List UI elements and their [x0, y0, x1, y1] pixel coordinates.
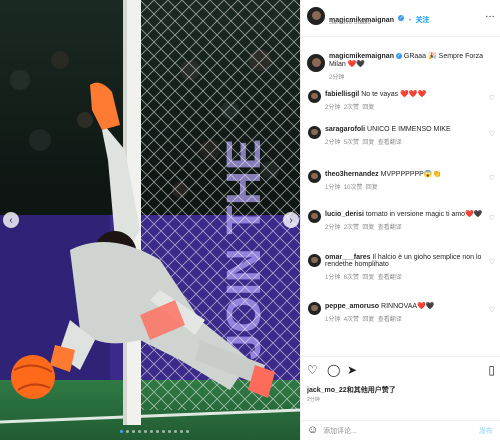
translate-button[interactable]: 查看翻译: [378, 317, 402, 323]
commenter-handle[interactable]: peppe_amoruso: [325, 303, 379, 310]
comment-input[interactable]: 添加评论...: [323, 426, 357, 436]
comment-likes[interactable]: 10次赞: [344, 185, 363, 191]
verified-icon: ✓: [398, 14, 405, 21]
translate-button[interactable]: 查看翻译: [378, 225, 402, 231]
comment-icon[interactable]: ◯: [327, 363, 340, 377]
reply-button[interactable]: 回复: [362, 105, 374, 111]
post-header: magicmikemaignan ✓ • 关注 San Siro Stadio …: [301, 0, 500, 37]
location[interactable]: San Siro Stadio: [329, 20, 371, 26]
reply-button[interactable]: 回复: [362, 140, 374, 146]
comment-age: 2分钟: [325, 140, 341, 146]
comment-age: 1分钟: [325, 185, 341, 191]
action-bar: ♡ ◯ ➤ ▯: [301, 356, 500, 381]
commenter-handle[interactable]: omar___fares: [325, 254, 371, 261]
comment-text: No te vayas ❤️❤️❤️: [361, 91, 427, 98]
caption-age: 2分钟: [329, 75, 345, 81]
commenter-avatar[interactable]: [308, 126, 321, 139]
commenter-handle[interactable]: saragarofoli: [325, 126, 365, 133]
heart-icon[interactable]: ♡: [489, 214, 495, 222]
liked-by[interactable]: jack_mo_22和其他用户赞了: [307, 385, 396, 395]
emoji-icon[interactable]: ☺: [307, 424, 318, 436]
commenter-avatar[interactable]: [308, 254, 321, 267]
comment-text: RINNOVAA❤️🖤: [381, 303, 435, 310]
commenter-avatar[interactable]: [308, 210, 321, 223]
post-details-panel: magicmikemaignan ✓ • 关注 San Siro Stadio …: [300, 0, 500, 440]
heart-icon[interactable]: ♡: [489, 258, 495, 266]
commenter-handle[interactable]: theo3hernandez: [325, 171, 379, 178]
comment-age: 2分钟: [325, 225, 341, 231]
comment-text: MVPPPPPPP😱👏: [380, 171, 442, 178]
heart-icon[interactable]: ♡: [489, 94, 495, 102]
caption-author[interactable]: magicmikemaignan: [329, 53, 394, 60]
commenter-avatar[interactable]: [308, 302, 321, 315]
commenter-handle[interactable]: fabiellisgil: [325, 91, 359, 98]
comment-age: 1分钟: [325, 275, 341, 281]
heart-icon[interactable]: ♡: [489, 174, 495, 182]
more-options-icon[interactable]: …: [485, 9, 495, 20]
post-age: 2分钟: [307, 397, 320, 403]
heart-icon[interactable]: ♡: [307, 363, 318, 377]
comment-likes[interactable]: 2次赞: [344, 225, 359, 231]
translate-button[interactable]: 查看翻译: [378, 140, 402, 146]
post-comment-button[interactable]: 发布: [479, 426, 493, 436]
goalkeeper-save-image: JOIN THE: [0, 0, 300, 440]
chevron-left-icon[interactable]: ‹: [3, 212, 19, 228]
heart-icon[interactable]: ♡: [489, 306, 495, 314]
commenter-handle[interactable]: lucio_derisi: [325, 211, 364, 218]
author-avatar[interactable]: [307, 54, 325, 72]
comment-likes[interactable]: 6次赞: [344, 275, 359, 281]
comment-likes[interactable]: 2次赞: [344, 105, 359, 111]
post-photo[interactable]: JOIN THE: [0, 0, 300, 440]
carousel-dots: [120, 430, 189, 433]
send-icon[interactable]: ➤: [347, 363, 357, 377]
instagram-post: JOIN THE: [0, 0, 500, 440]
comment-composer: ☺ 添加评论... 发布: [301, 420, 500, 441]
follow-button[interactable]: 关注: [415, 17, 429, 24]
comment-age: 2分钟: [325, 105, 341, 111]
comment-likes[interactable]: 5次赞: [344, 140, 359, 146]
chevron-right-icon[interactable]: ›: [283, 212, 299, 228]
translate-button[interactable]: 查看翻译: [378, 275, 402, 281]
reply-button[interactable]: 回复: [362, 275, 374, 281]
commenter-avatar[interactable]: [308, 90, 321, 103]
verified-icon: ✓: [395, 53, 402, 60]
commenter-avatar[interactable]: [308, 170, 321, 183]
heart-icon[interactable]: ♡: [489, 130, 495, 138]
reply-button[interactable]: 回复: [366, 185, 378, 191]
author-avatar[interactable]: [307, 7, 325, 25]
reply-button[interactable]: 回复: [362, 317, 374, 323]
comment-age: 1分钟: [325, 317, 341, 323]
comment-likes[interactable]: 4次赞: [344, 317, 359, 323]
comment-text: UNICO E IMMENSO MIKE: [367, 126, 451, 133]
reply-button[interactable]: 回复: [362, 225, 374, 231]
comment-text: tornato in versione magic ti amo❤️🖤: [365, 211, 483, 218]
bookmark-icon[interactable]: ▯: [488, 363, 495, 377]
